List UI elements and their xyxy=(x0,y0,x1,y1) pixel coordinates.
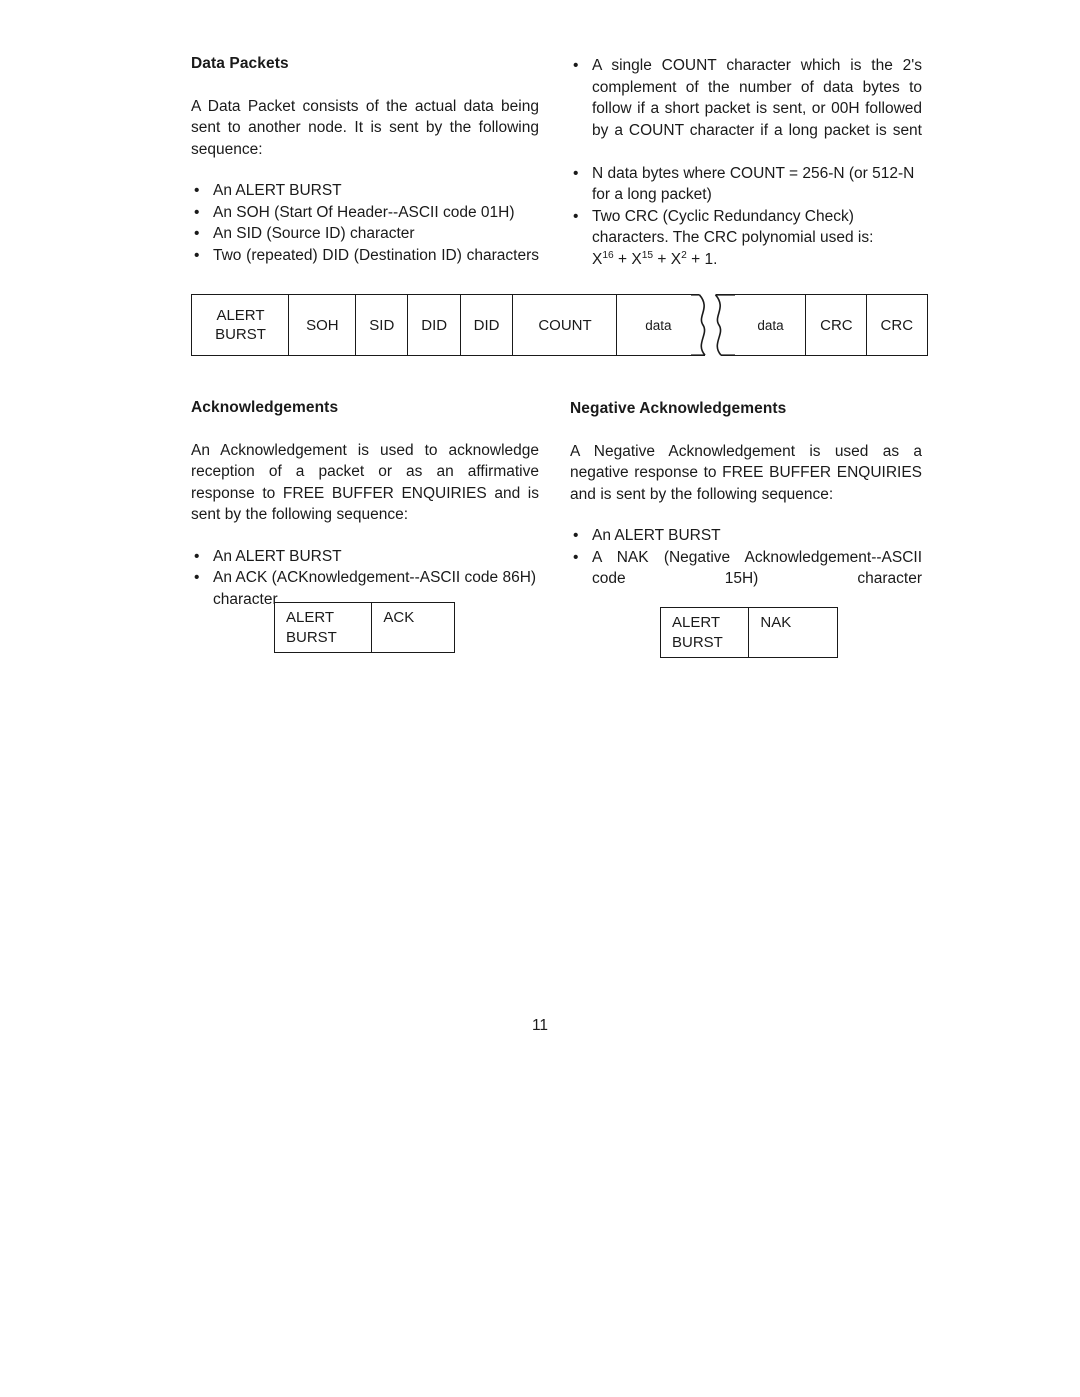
list-item-label: An ALERT BURST xyxy=(213,182,342,200)
list-item-label: Two (repeated) DID (Destination ID) char… xyxy=(213,246,539,264)
ack-cell-alert-burst: ALERT BURST xyxy=(274,602,373,653)
packet-cell-count: COUNT xyxy=(512,294,618,356)
list-item: • An SOH (Start Of Header--ASCII code 01… xyxy=(191,202,539,224)
list-item-label: An ALERT BURST xyxy=(213,547,342,565)
crc-bullet-text: Two CRC (Cyclic Redundancy Check) charac… xyxy=(592,207,874,247)
bullet-icon: • xyxy=(573,207,579,225)
packet-cell-label: COUNT xyxy=(538,316,592,334)
page-number: 11 xyxy=(531,1017,549,1034)
bullet-icon: • xyxy=(573,164,579,182)
nak-cell-label: NAK xyxy=(760,614,792,631)
list-item-label: Two CRC (Cyclic Redundancy Check) charac… xyxy=(592,206,922,271)
packet-cell-line2: BURST xyxy=(215,326,266,343)
right-column-top: • A single COUNT character which is the … xyxy=(570,55,922,270)
nak-cell-nak: NAK xyxy=(748,607,838,658)
acknowledgements-section: Acknowledgements An Acknowledgement is u… xyxy=(191,399,539,610)
packet-cell-line1: ALERT xyxy=(216,307,265,324)
exponent-15: 15 xyxy=(641,249,654,261)
negative-acknowledgements-heading: Negative Acknowledgements xyxy=(570,400,787,417)
packet-cell-alert-burst: ALERT BURST xyxy=(191,294,290,356)
ack-cell-ack: ACK xyxy=(371,602,455,653)
packet-cell-label: SID xyxy=(369,316,395,334)
nak-packet-format-diagram: ALERT BURST NAK xyxy=(660,607,838,658)
packet-cell-data-first: data xyxy=(616,294,700,356)
list-item-label: N data bytes where COUNT = 256-N (or 512… xyxy=(592,164,915,204)
break-squiggle-icon xyxy=(691,294,735,356)
acknowledgements-intro-paragraph: An Acknowledgement is used to acknowledg… xyxy=(191,441,539,524)
bullet-icon: • xyxy=(194,569,200,587)
packet-cell-crc-2: CRC xyxy=(865,294,928,356)
bullet-icon: • xyxy=(573,527,579,545)
nak-cell-line1: ALERT xyxy=(672,614,721,631)
bullet-icon: • xyxy=(194,203,200,221)
left-column-top: Data Packets A Data Packet consists of t… xyxy=(191,55,539,288)
data-packets-bullet-list: • An ALERT BURST • An SOH (Start Of Head… xyxy=(191,180,539,288)
packet-cell-label: SOH xyxy=(306,316,339,334)
list-item-label: An ALERT BURST xyxy=(592,527,721,545)
bullet-icon: • xyxy=(573,57,579,74)
list-item-label: An SOH (Start Of Header--ASCII code 01H) xyxy=(213,203,515,221)
packet-cell-label: data xyxy=(757,317,784,333)
nak-cell-line2: BURST xyxy=(672,633,723,651)
bullet-icon: • xyxy=(194,547,200,565)
nak-cell-alert-burst: ALERT BURST xyxy=(660,607,750,658)
negative-acknowledgements-section: Negative Acknowledgements A Negative Ack… xyxy=(570,400,922,611)
packet-cell-label: DID xyxy=(421,316,448,334)
packet-cell-label: DID xyxy=(473,316,500,334)
bullet-icon: • xyxy=(194,246,200,264)
document-page: Data Packets A Data Packet consists of t… xyxy=(0,0,1080,1397)
data-packets-intro-paragraph: A Data Packet consists of the actual dat… xyxy=(191,97,539,158)
ack-cell-line2: BURST xyxy=(286,628,337,646)
ack-cell-label: ACK xyxy=(383,609,415,626)
list-item: • A single COUNT character which is the … xyxy=(570,55,922,163)
list-item: • N data bytes where COUNT = 256-N (or 5… xyxy=(570,163,922,206)
bullet-icon: • xyxy=(194,225,200,243)
list-item-label: An SID (Source ID) character xyxy=(213,225,415,243)
list-item-label: A single COUNT character which is the 2'… xyxy=(592,57,922,139)
ack-cell-line1: ALERT xyxy=(286,609,335,626)
crc-polynomial-formula: X16 + X15 + X2 + 1. xyxy=(592,249,718,268)
packet-format-bullet-list: • A single COUNT character which is the … xyxy=(570,55,922,270)
ack-packet-format-diagram: ALERT BURST ACK xyxy=(274,602,455,653)
packet-cell-sid: SID xyxy=(354,294,409,356)
acknowledgements-heading: Acknowledgements xyxy=(191,399,339,416)
negative-acknowledgements-bullet-list: • An ALERT BURST • A NAK (Negative Ackno… xyxy=(570,525,922,611)
list-item: • A NAK (Negative Acknowledgement--ASCII… xyxy=(570,547,922,612)
packet-cell-label: CRC xyxy=(880,316,914,334)
list-item: • An ALERT BURST xyxy=(570,525,922,547)
packet-cell-data-last: data xyxy=(735,294,807,356)
bullet-icon: • xyxy=(573,548,579,566)
list-item: • An ALERT BURST xyxy=(191,546,539,568)
packet-cell-crc-1: CRC xyxy=(805,294,868,356)
packet-cell-label: data xyxy=(645,317,672,333)
negative-acknowledgements-intro-paragraph: A Negative Acknowledgement is used as a … xyxy=(570,442,922,503)
list-item-label: A NAK (Negative Acknowledgement--ASCII c… xyxy=(592,548,922,588)
list-item: • Two CRC (Cyclic Redundancy Check) char… xyxy=(570,206,922,271)
data-packets-heading: Data Packets xyxy=(191,55,289,72)
exponent-16: 16 xyxy=(602,249,614,261)
list-item: • An SID (Source ID) character xyxy=(191,223,539,245)
acknowledgements-bullet-list: • An ALERT BURST • An ACK (ACKnowledgeme… xyxy=(191,546,539,611)
packet-cell-label: CRC xyxy=(820,316,853,334)
list-item: • An ALERT BURST xyxy=(191,180,539,202)
packet-cell-soh: SOH xyxy=(288,294,357,356)
packet-break-symbol xyxy=(691,294,735,356)
bullet-icon: • xyxy=(194,182,200,200)
list-item: • Two (repeated) DID (Destination ID) ch… xyxy=(191,245,539,288)
packet-cell-did-1: DID xyxy=(407,294,462,356)
data-packet-format-diagram: ALERT BURST SOH SID DID DID COUNT data d… xyxy=(191,294,928,356)
packet-cell-did-2: DID xyxy=(459,294,514,356)
